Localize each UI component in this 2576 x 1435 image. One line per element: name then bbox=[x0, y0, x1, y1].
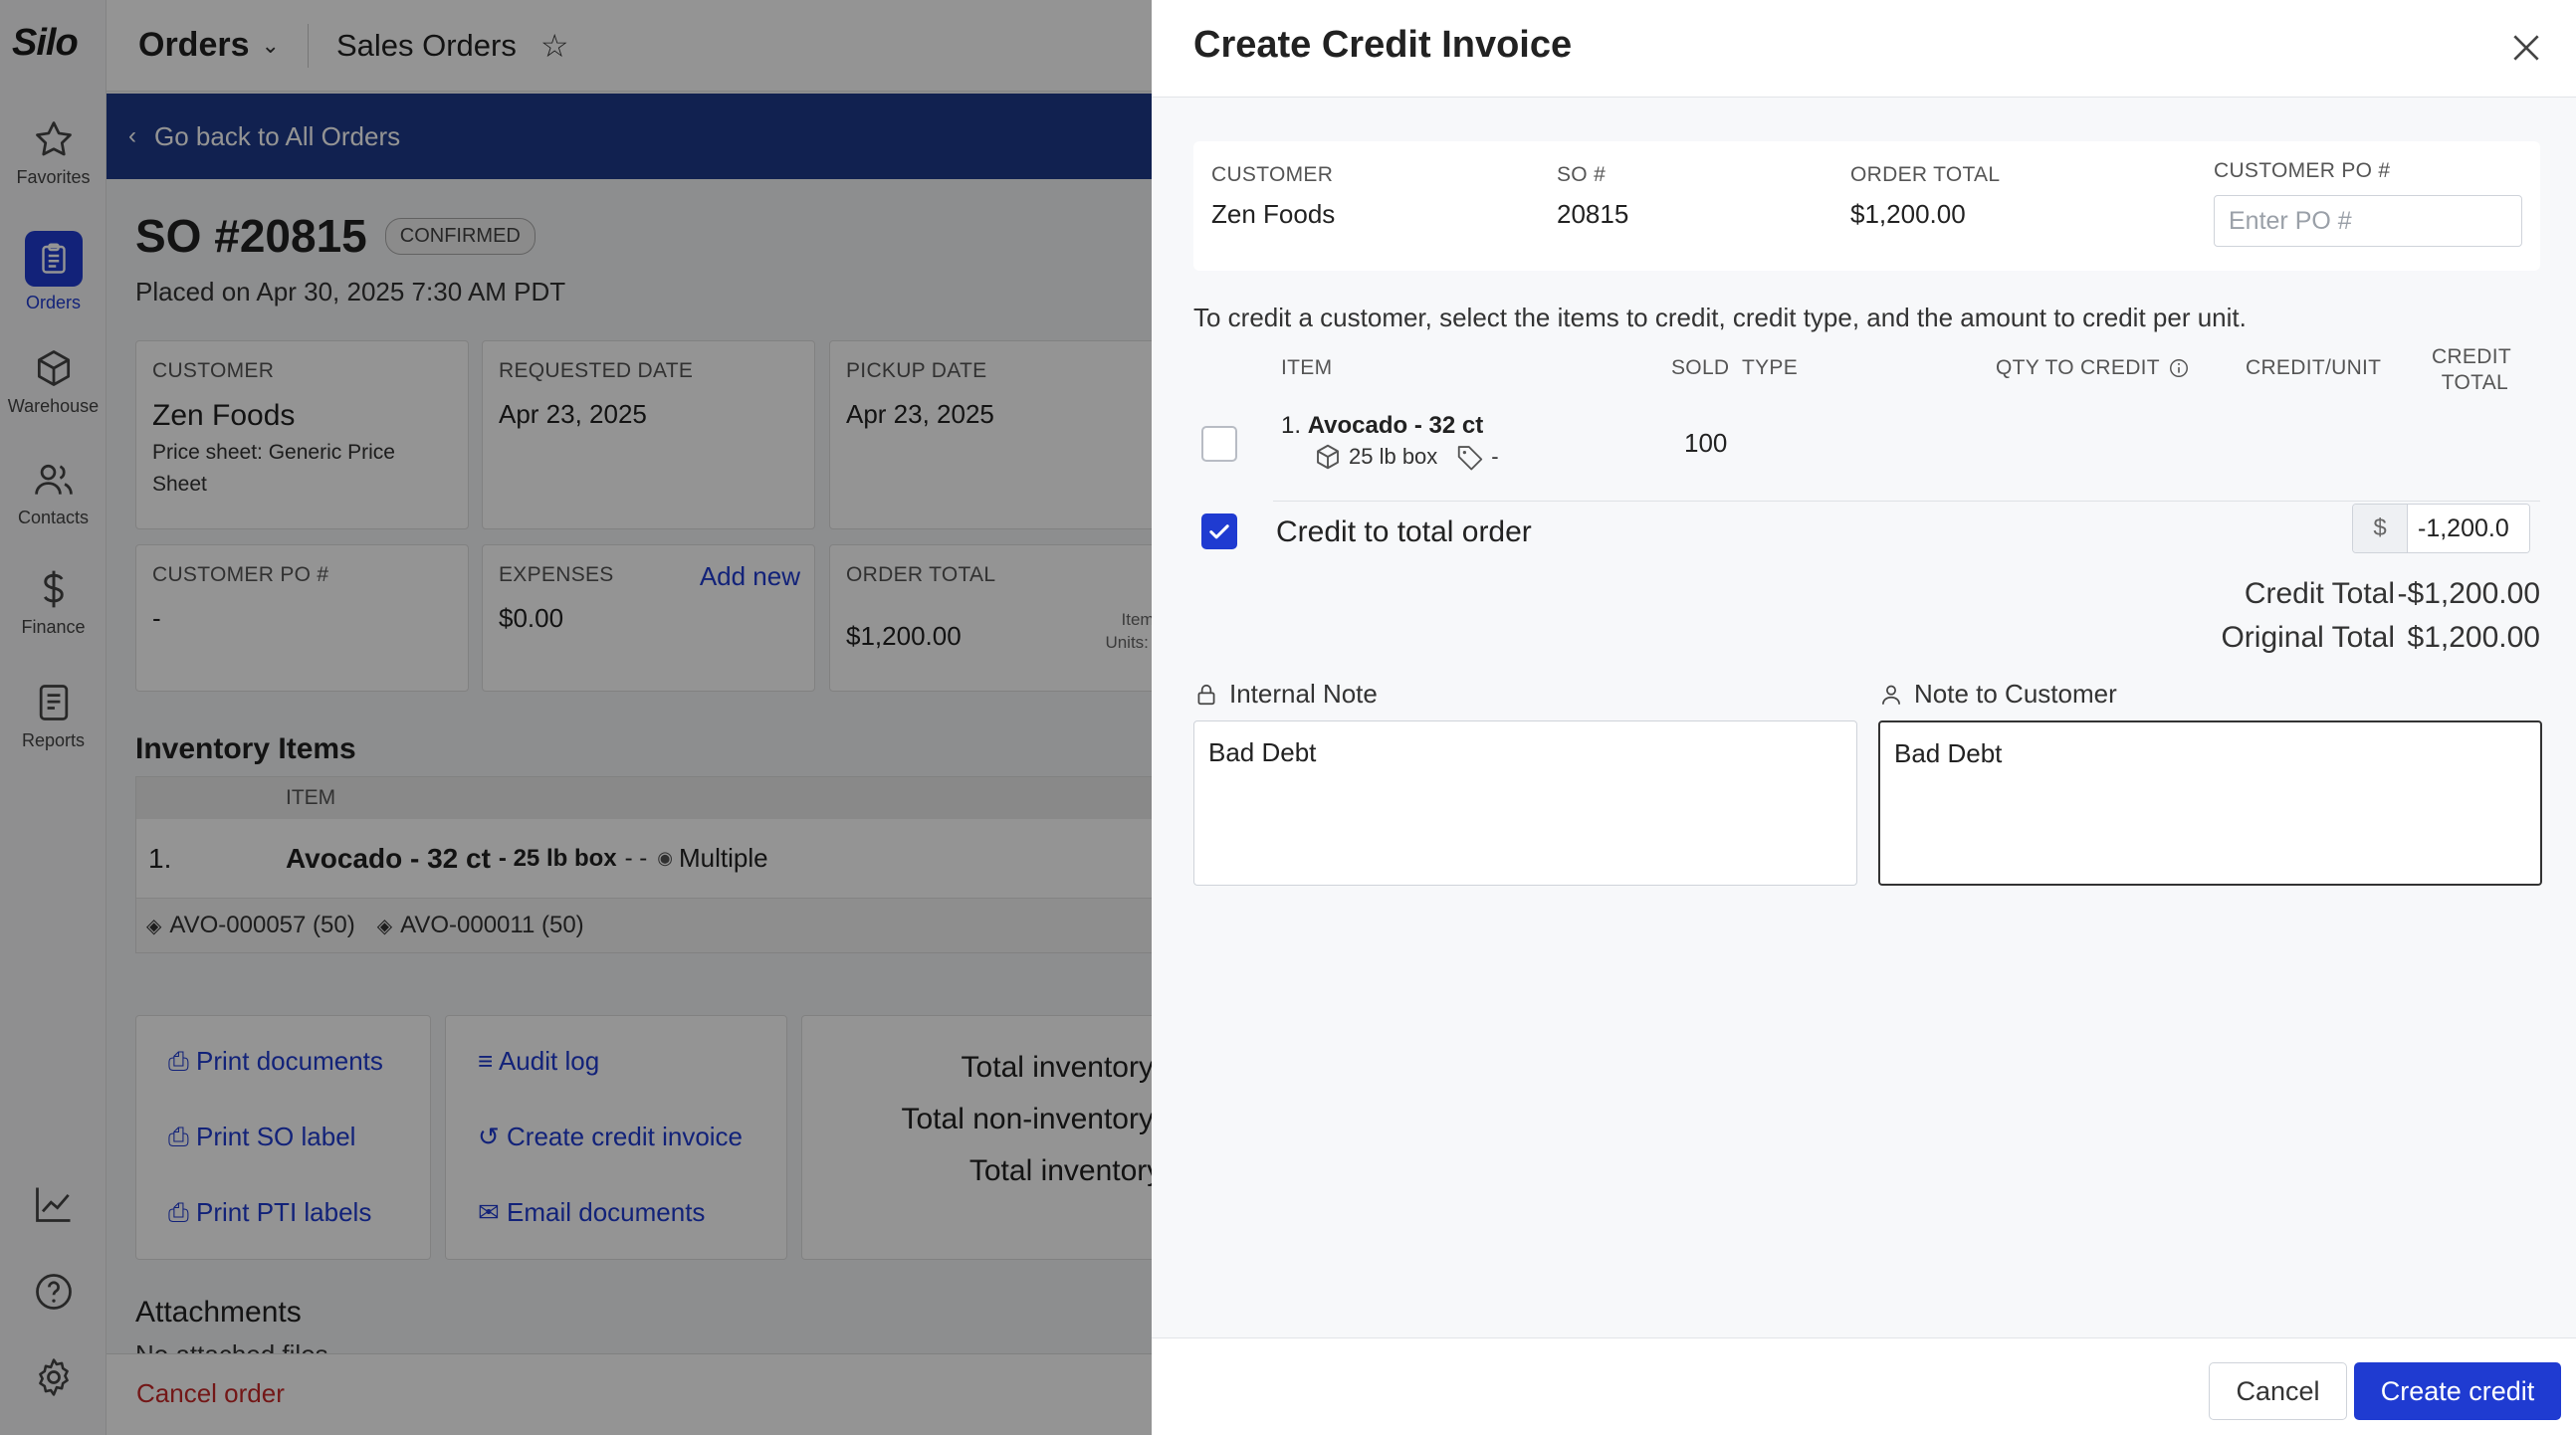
customer-po-input[interactable] bbox=[2214, 195, 2522, 247]
internal-note-textarea[interactable]: Bad Debt bbox=[1193, 720, 1857, 886]
col-header-qty: QTY TO CREDIT bbox=[1996, 356, 2190, 380]
col-header-qty-label: QTY TO CREDIT bbox=[1996, 356, 2160, 379]
info-caption: SO # bbox=[1557, 163, 1607, 186]
internal-note-label-text: Internal Note bbox=[1229, 679, 1378, 709]
item-pack: 25 lb box bbox=[1349, 444, 1438, 469]
internal-note-label: Internal Note bbox=[1193, 679, 1378, 710]
info-customer: Zen Foods bbox=[1211, 199, 1336, 229]
instructions: To credit a customer, select the items t… bbox=[1193, 303, 2247, 332]
credit-amount-group: $ bbox=[2352, 504, 2530, 553]
item-number: 1. bbox=[1281, 412, 1302, 439]
customer-note-label-text: Note to Customer bbox=[1914, 679, 2117, 709]
col-header-type: TYPE bbox=[1742, 356, 1799, 379]
box-icon bbox=[1317, 444, 1339, 470]
col-header-credit-unit: CREDIT/UNIT bbox=[2246, 356, 2382, 379]
item-meta: 25 lb box - bbox=[1313, 442, 1499, 472]
customer-note-textarea[interactable]: Bad Debt bbox=[1878, 720, 2542, 886]
credit-total-label: Credit Total bbox=[2244, 577, 2395, 610]
item-name: 1. Avocado - 32 ct bbox=[1281, 412, 1483, 440]
modal-footer: Cancel Create credit bbox=[1152, 1337, 2576, 1435]
info-caption: CUSTOMER PO # bbox=[2214, 159, 2391, 182]
col-header-sold: SOLD bbox=[1671, 356, 1730, 379]
original-total-value: $1,200.00 bbox=[2407, 621, 2540, 654]
original-total-label: Original Total bbox=[2221, 621, 2395, 654]
customer-note-label: Note to Customer bbox=[1878, 679, 2117, 710]
cancel-button[interactable]: Cancel bbox=[2209, 1362, 2347, 1420]
item-title: Avocado - 32 ct bbox=[1307, 412, 1484, 439]
tag-icon bbox=[1458, 446, 1483, 471]
info-icon[interactable] bbox=[2168, 357, 2190, 379]
item-tag: - bbox=[1491, 444, 1499, 469]
credit-invoice-modal: Create Credit Invoice CUSTOMER Zen Foods… bbox=[1152, 0, 2576, 1435]
col-header-credit-total-l2: TOTAL bbox=[2441, 371, 2508, 395]
col-header-item: ITEM bbox=[1281, 356, 1333, 379]
modal-title: Create Credit Invoice bbox=[1193, 24, 1573, 66]
item-checkbox[interactable] bbox=[1201, 426, 1237, 462]
credit-total-value: -$1,200.00 bbox=[2397, 577, 2540, 610]
credit-total-row: Credit Total -$1,200.00 bbox=[2245, 577, 2540, 611]
create-credit-button[interactable]: Create credit bbox=[2354, 1362, 2561, 1420]
credit-amount-input[interactable] bbox=[2408, 505, 2529, 552]
item-sold-qty: 100 bbox=[1684, 428, 1728, 458]
order-info-panel: CUSTOMER Zen Foods SO # 20815 ORDER TOTA… bbox=[1193, 141, 2540, 271]
close-icon[interactable] bbox=[2506, 28, 2546, 68]
person-icon bbox=[1882, 685, 1900, 705]
credit-total-order-label: Credit to total order bbox=[1276, 515, 1532, 548]
credit-total-order-checkbox[interactable] bbox=[1201, 513, 1237, 549]
lock-icon bbox=[1197, 684, 1215, 705]
modal-header: Create Credit Invoice bbox=[1152, 0, 2576, 98]
check-icon bbox=[1209, 524, 1229, 539]
currency-prefix: $ bbox=[2353, 505, 2408, 552]
row-divider bbox=[1273, 501, 2540, 502]
col-header-credit-total: CREDIT TOTAL bbox=[2432, 344, 2511, 397]
info-so-number: 20815 bbox=[1557, 199, 1629, 229]
col-header-credit-total-l1: CREDIT bbox=[2432, 345, 2511, 368]
original-total-row: Original Total $1,200.00 bbox=[2221, 621, 2540, 655]
info-caption: CUSTOMER bbox=[1211, 163, 1334, 186]
info-order-total: $1,200.00 bbox=[1850, 199, 1966, 229]
modal-backdrop[interactable] bbox=[0, 0, 1152, 1435]
info-caption: ORDER TOTAL bbox=[1850, 163, 2001, 186]
